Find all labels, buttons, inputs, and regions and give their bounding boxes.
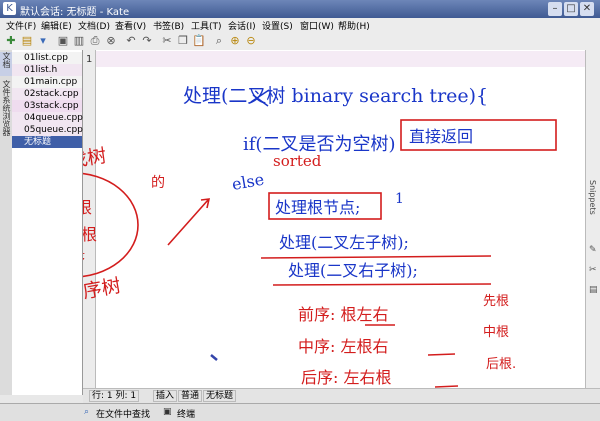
ink-text: sorted xyxy=(273,152,322,170)
status-bar: 行: 1 列: 1 插入 普通 无标题 xyxy=(83,388,600,403)
list-item[interactable]: 04queue.cpp xyxy=(12,112,83,124)
ink-text: 先根 xyxy=(483,294,509,309)
close-doc-icon[interactable]: ⊗ xyxy=(104,34,118,48)
filesystem-browser-tab[interactable]: 文件系统浏览器 xyxy=(0,80,12,150)
ink-text: 后序: 左右根 xyxy=(301,368,391,387)
menu-settings[interactable]: 设置(S) xyxy=(262,19,293,32)
menu-window[interactable]: 窗口(W) xyxy=(300,19,334,32)
copy-icon[interactable]: ❐ xyxy=(176,34,190,48)
open-folder-icon[interactable]: ▤ xyxy=(20,34,34,48)
undo-icon[interactable]: ↶ xyxy=(124,34,138,48)
new-file-icon[interactable]: ✚ xyxy=(4,34,18,48)
ink-text: 中序: 左根右 xyxy=(298,337,388,356)
list-item[interactable]: 03stack.cpp xyxy=(12,100,82,112)
menu-file[interactable]: 文件(F) xyxy=(6,19,36,32)
terminal-button[interactable]: 终端 xyxy=(177,407,195,420)
save-as-icon[interactable]: ▥ xyxy=(72,34,86,48)
find-in-files-icon[interactable]: ⌕ xyxy=(84,407,89,417)
ink-underline xyxy=(260,255,492,259)
minimize-button[interactable]: – xyxy=(548,2,562,16)
ink-arrow xyxy=(167,198,211,246)
input-mode[interactable]: 插入 xyxy=(153,390,178,402)
terminal-icon[interactable]: ▣ xyxy=(163,407,172,417)
cursor-position: 行: 1 列: 1 xyxy=(89,390,140,402)
ink-pen-cursor xyxy=(210,354,218,361)
open-recent-icon[interactable]: ▾ xyxy=(36,34,50,48)
window-title: 默认会话: 无标题 - Kate xyxy=(20,7,130,18)
clipboard-icon[interactable]: ▤ xyxy=(589,285,598,295)
handwriting-layer: 二叉查找树 的 左小于根 右大于根 有序 二叉排序树 处理(二叉树 binary… xyxy=(83,85,557,388)
cut-icon[interactable]: ✂ xyxy=(160,34,174,48)
editor-area[interactable]: 1 二叉查找树 的 左小于根 右大于根 有序 二叉排序树 处理(二叉树 bina… xyxy=(83,50,585,388)
ink-text: 处理(二叉左子树); xyxy=(279,233,409,252)
find-icon[interactable]: ⌕ xyxy=(212,34,226,48)
ink-text: 1 xyxy=(395,191,404,207)
list-item-selected[interactable]: 无标题 xyxy=(12,136,82,148)
encoding-mode[interactable]: 普通 xyxy=(178,390,203,402)
ink-text: 中根 xyxy=(483,325,509,340)
menu-view[interactable]: 查看(V) xyxy=(115,19,146,32)
list-item[interactable]: 05queue.cpp xyxy=(12,124,83,136)
menu-bookmarks[interactable]: 书签(B) xyxy=(153,19,184,32)
ink-text: 直接返回 xyxy=(409,127,473,146)
ink-text: 左小于根 xyxy=(83,198,92,217)
find-in-files-button[interactable]: 在文件中查找 xyxy=(96,407,150,420)
documents-tab[interactable]: 文档 xyxy=(0,52,12,76)
ink-text: 前序: 根左右 xyxy=(298,305,388,324)
ink-text: 处理(二叉右子树); xyxy=(288,261,418,280)
print-icon[interactable]: ⎙ xyxy=(88,34,102,48)
zoom-in-icon[interactable]: ⊕ xyxy=(228,34,242,48)
menu-help[interactable]: 帮助(H) xyxy=(338,19,370,32)
ink-text: 处理根节点; xyxy=(275,198,360,217)
maximize-button[interactable]: □ xyxy=(564,2,578,16)
ink-text: 右大于根 xyxy=(83,225,97,244)
ink-text: else xyxy=(230,170,265,194)
list-item[interactable]: 01list.h xyxy=(12,64,82,76)
scissors-icon[interactable]: ✂ xyxy=(589,265,597,275)
zoom-out-icon[interactable]: ⊖ xyxy=(244,34,258,48)
ink-text: 有序 xyxy=(83,250,85,265)
menu-session[interactable]: 会话(I) xyxy=(228,19,256,32)
close-button[interactable]: ✕ xyxy=(580,2,594,16)
menu-edit[interactable]: 编辑(E) xyxy=(41,19,72,32)
save-icon[interactable]: ▣ xyxy=(56,34,70,48)
redo-icon[interactable]: ↷ xyxy=(140,34,154,48)
ink-text: 后根. xyxy=(486,357,516,372)
toolbar: ✚ ▤ ▾ ▣ ▥ ⎙ ⊗ ↶ ↷ ✂ ❐ 📋 ⌕ ⊕ ⊖ xyxy=(0,32,600,51)
title-bar: K 默认会话: 无标题 - Kate – □ ✕ xyxy=(0,0,600,18)
ink-text: 处理(二叉树 binary search tree){ xyxy=(183,85,488,107)
bottom-toolbar: ⌕ 在文件中查找 ▣ 终端 xyxy=(0,403,600,421)
document-name: 无标题 xyxy=(203,390,237,402)
list-item[interactable]: 02stack.cpp xyxy=(12,88,82,100)
menu-document[interactable]: 文档(D) xyxy=(78,19,110,32)
list-item[interactable]: 01list.cpp xyxy=(12,52,82,64)
list-item[interactable]: 01main.cpp xyxy=(12,76,82,88)
snippets-tab[interactable]: Snippets xyxy=(588,180,597,215)
right-tool-strip: Snippets ✎ ✂ ▤ xyxy=(585,50,600,388)
ink-text: 二叉排序树 xyxy=(83,275,122,313)
ink-text: 的 xyxy=(151,175,165,191)
menu-bar: 文件(F) 编辑(E) 文档(D) 查看(V) 书签(B) 工具(T) 会话(I… xyxy=(0,18,600,32)
paste-icon[interactable]: 📋 xyxy=(192,34,206,48)
ink-underline xyxy=(272,283,492,286)
menu-tools[interactable]: 工具(T) xyxy=(191,19,222,32)
app-icon: K xyxy=(3,2,16,15)
pencil-icon[interactable]: ✎ xyxy=(589,245,597,255)
document-list: 01list.cpp 01list.h 01main.cpp 02stack.c… xyxy=(12,50,83,395)
